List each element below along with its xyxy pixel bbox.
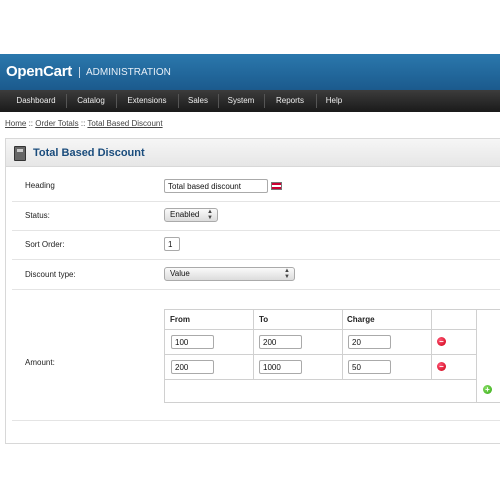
menu-divider (178, 94, 179, 108)
menu-item-dashboard[interactable]: Dashboard (8, 90, 64, 112)
status-label: Status: (25, 211, 50, 220)
status-select[interactable]: Enabled ▲ ▼ (164, 208, 218, 222)
to-input[interactable]: 1000 (259, 360, 302, 374)
amount-label: Amount: (25, 358, 55, 367)
heading-input[interactable]: Total based discount (164, 179, 268, 193)
breadcrumb-current[interactable]: Total Based Discount (87, 119, 162, 128)
table-border (164, 309, 500, 310)
charge-input[interactable]: 20 (348, 335, 391, 349)
select-arrows-icon: ▲ ▼ (284, 268, 290, 280)
row-divider (12, 201, 500, 202)
brand-logo[interactable]: OpenCart (6, 63, 72, 80)
content-panel: Total Based Discount Heading Total based… (5, 138, 500, 444)
main-menu: Dashboard Catalog Extensions Sales Syste… (0, 90, 500, 112)
from-input[interactable]: 200 (171, 360, 214, 374)
row-divider (12, 259, 500, 260)
menu-divider (116, 94, 117, 108)
panel-header: Total Based Discount (6, 139, 500, 167)
table-border (164, 354, 476, 355)
select-arrows-icon: ▲ ▼ (207, 209, 213, 221)
breadcrumb-separator: :: (26, 119, 36, 128)
page-title: Total Based Discount (33, 147, 145, 159)
discount-type-select[interactable]: Value ▲ ▼ (164, 267, 295, 281)
table-border (164, 309, 165, 403)
breadcrumb-home[interactable]: Home (5, 119, 26, 128)
row-divider (12, 420, 500, 421)
remove-row-icon[interactable]: – (437, 362, 446, 371)
charge-input[interactable]: 50 (348, 360, 391, 374)
breadcrumb: Home :: Order Totals :: Total Based Disc… (5, 119, 163, 128)
to-input[interactable]: 200 (259, 335, 302, 349)
menu-divider (66, 94, 67, 108)
table-border (164, 329, 476, 330)
row-divider (12, 230, 500, 231)
heading-label: Heading (25, 181, 55, 190)
add-row-icon[interactable]: + (483, 385, 492, 394)
sort-order-label: Sort Order: (25, 240, 65, 249)
calculator-icon (14, 146, 26, 161)
menu-divider (316, 94, 317, 108)
from-input[interactable]: 100 (171, 335, 214, 349)
remove-row-icon[interactable]: – (437, 337, 446, 346)
uk-flag-icon (271, 182, 282, 190)
column-header-to: To (259, 315, 269, 324)
menu-divider (264, 94, 265, 108)
sort-order-input[interactable]: 1 (164, 237, 180, 251)
app-header: OpenCart ADMINISTRATION (0, 54, 500, 90)
menu-item-help[interactable]: Help (318, 90, 350, 112)
table-border (476, 309, 477, 403)
menu-item-sales[interactable]: Sales (180, 90, 216, 112)
column-header-charge: Charge (347, 315, 375, 324)
discount-type-label: Discount type: (25, 270, 76, 279)
menu-item-extensions[interactable]: Extensions (118, 90, 176, 112)
table-border (342, 309, 343, 379)
menu-item-reports[interactable]: Reports (266, 90, 314, 112)
brand-subtitle: ADMINISTRATION (79, 67, 171, 78)
status-select-value: Enabled (170, 210, 200, 219)
column-header-from: From (170, 315, 190, 324)
menu-item-system[interactable]: System (220, 90, 262, 112)
table-border (431, 309, 432, 379)
row-divider (12, 289, 500, 290)
menu-divider (218, 94, 219, 108)
discount-type-select-value: Value (170, 269, 190, 278)
menu-item-catalog[interactable]: Catalog (68, 90, 114, 112)
table-border (164, 379, 476, 380)
table-border (253, 309, 254, 379)
breadcrumb-order-totals[interactable]: Order Totals (35, 119, 78, 128)
table-border (164, 402, 500, 403)
